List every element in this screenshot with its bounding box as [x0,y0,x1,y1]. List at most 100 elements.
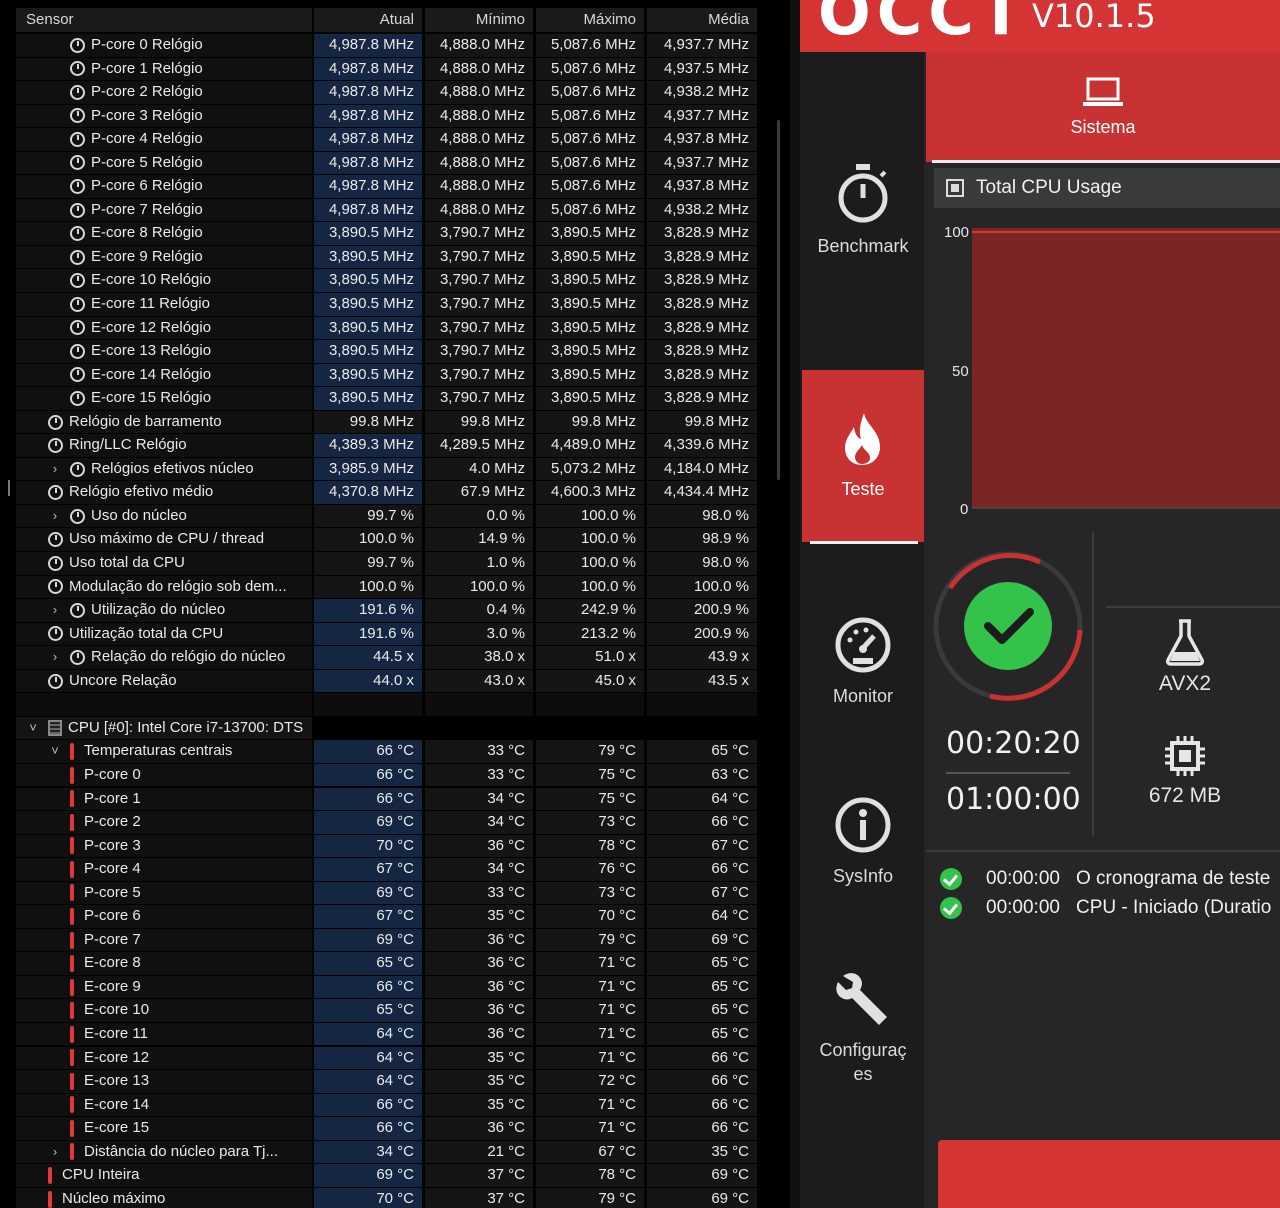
collapse-arrow-icon[interactable]: ˅ [26,717,40,740]
table-row[interactable]: E-core 8 Relógio 3,890.5 MHz 3,790.7 MHz 3,… [0,222,760,246]
value-atual: 69 °C [314,1164,422,1187]
tab-sistema[interactable]: Sistema [926,52,1280,162]
table-row[interactable]: E-core 12 Relógio 3,890.5 MHz 3,790.7 MHz 3… [0,316,760,341]
table-row[interactable]: P-core 5 69 °C 33 °C 73 °C 67 °C [0,881,760,906]
sensor-label-text: CPU Inteira [62,1166,140,1184]
table-row[interactable]: › Relógios efetivos núcleo 3,985.9 MHz 4.0 … [0,457,760,482]
expand-arrow-icon[interactable]: › [48,1141,62,1164]
table-row[interactable]: E-core 10 65 °C 36 °C 71 °C 65 °C [0,999,760,1023]
table-row[interactable]: › Utilização do núcleo 191.6 % 0.4 % 242.9 %… [0,599,760,623]
table-row[interactable]: E-core 14 66 °C 35 °C 71 °C 66 °C [0,1093,760,1118]
nav-benchmark-label: Benchmark [817,236,909,256]
table-row[interactable]: P-core 1 66 °C 34 °C 75 °C 64 °C [0,787,760,812]
table-row[interactable]: P-core 3 Relógio 4,987.8 MHz 4,888.0 MHz 5,… [0,104,760,129]
table-row[interactable]: E-core 14 Relógio 3,890.5 MHz 3,790.7 MHz 3… [0,363,760,388]
table-row[interactable]: E-core 15 66 °C 36 °C 71 °C 66 °C [0,1117,760,1141]
table-row[interactable]: P-core 4 67 °C 34 °C 76 °C 66 °C [0,858,760,882]
table-row[interactable]: › Relação do relógio do núcleo 44.5 x 38.0 … [0,646,760,670]
table-row[interactable]: E-core 9 66 °C 36 °C 71 °C 65 °C [0,975,760,1000]
nav-configuracoes[interactable]: Configuraç es [802,932,924,1122]
nav-benchmark[interactable]: Benchmark [802,52,924,368]
sensor-name-cell: P-core 0 [16,763,312,787]
usage-header[interactable]: Total CPU Usage [934,168,1280,208]
table-row[interactable] [0,693,760,717]
nav-monitor[interactable]: Monitor [802,582,924,742]
value-min: 33 °C [425,740,533,763]
sensor-group-row[interactable]: ˅ CPU [#0]: Intel Core i7-13700: DTS [0,716,760,741]
table-row[interactable]: › Distância do núcleo para Tj... 34 °C 21 °… [0,1140,760,1165]
table-row[interactable]: Relógio efetivo médio 4,370.8 MHz 67.9 MHz… [0,481,760,505]
sensor-label-text: E-core 9 [84,977,141,995]
stat-memory-value: 672 MB [1148,784,1222,807]
occt-logo: OCCT [818,0,1028,49]
table-row[interactable]: E-core 11 Relógio 3,890.5 MHz 3,790.7 MHz 3… [0,293,760,317]
expand-arrow-icon[interactable]: › [48,599,62,622]
expand-arrow-icon[interactable]: › [48,505,62,528]
column-header-min[interactable]: Mínimo [425,8,533,32]
panel-edge-handle[interactable] [8,480,10,496]
table-row[interactable]: P-core 1 Relógio 4,987.8 MHz 4,888.0 MHz 5,… [0,57,760,82]
table-row[interactable]: E-core 12 64 °C 35 °C 71 °C 66 °C [0,1046,760,1071]
expand-arrow-icon[interactable]: › [48,646,62,669]
table-row[interactable]: P-core 5 Relógio 4,987.8 MHz 4,888.0 MHz 5,… [0,151,760,176]
table-row[interactable]: P-core 7 Relógio 4,987.8 MHz 4,888.0 MHz 5,… [0,198,760,223]
sensor-name-cell: P-core 1 Relógio [16,57,312,81]
y-tick-0: 0 [960,501,968,518]
table-row[interactable]: Utilização total da CPU 191.6 % 3.0 % 213.2… [0,622,760,647]
table-row[interactable]: ˅ Temperaturas centrais 66 °C 33 °C 79 °C 65 … [0,740,760,764]
nav-teste[interactable]: Teste [802,370,924,542]
table-row[interactable]: E-core 9 Relógio 3,890.5 MHz 3,790.7 MHz 3,… [0,245,760,270]
sensor-label-text: E-core 13 [84,1072,150,1090]
sensor-label-text: Uncore Relação [69,671,177,689]
table-row[interactable]: E-core 13 64 °C 35 °C 72 °C 66 °C [0,1070,760,1094]
value-atual: 44.5 x [314,646,422,669]
column-header-atual[interactable]: Atual [314,8,422,32]
table-row[interactable]: Uso máximo de CPU / thread 100.0 % 14.9 % 1… [0,528,760,552]
sensor-label-text: Distância do núcleo para Tj... [84,1142,278,1160]
table-row[interactable]: E-core 8 65 °C 36 °C 71 °C 65 °C [0,952,760,976]
table-row[interactable]: Uso total da CPU 99.7 % 1.0 % 100.0 % 98.0 % [0,552,760,576]
value-avg: 3,828.9 MHz [647,340,757,363]
value-min: 4,888.0 MHz [425,175,533,198]
sensor-label-text: E-core 14 Relógio [91,365,212,383]
sensor-label: Núcleo máximo [48,1188,165,1208]
sensor-label-text: Relógio efetivo médio [69,483,214,501]
nav-sysinfo[interactable]: SysInfo [802,762,924,922]
table-row[interactable]: P-core 3 70 °C 36 °C 78 °C 67 °C [0,834,760,859]
table-row[interactable]: P-core 2 Relógio 4,987.8 MHz 4,888.0 MHz 5,… [0,81,760,105]
expand-arrow-icon[interactable]: › [48,458,62,481]
table-row[interactable]: P-core 0 66 °C 33 °C 75 °C 63 °C [0,763,760,788]
sensor-name-cell: P-core 5 [16,881,312,905]
table-row[interactable]: E-core 10 Relógio 3,890.5 MHz 3,790.7 MHz 3… [0,269,760,293]
collapse-arrow-icon[interactable]: ˅ [48,740,62,763]
table-row[interactable]: Uncore Relação 44.0 x 43.0 x 45.0 x 43.5 x [0,669,760,694]
table-row[interactable]: P-core 2 69 °C 34 °C 73 °C 66 °C [0,811,760,835]
value-min: 3.0 % [425,622,533,646]
column-header-sensor[interactable]: Sensor [16,8,312,32]
table-row[interactable]: P-core 6 67 °C 35 °C 70 °C 64 °C [0,905,760,929]
sensor-label: P-core 0 Relógio [70,34,203,57]
table-row[interactable]: P-core 7 69 °C 36 °C 79 °C 69 °C [0,928,760,953]
table-row[interactable]: P-core 0 Relógio 4,987.8 MHz 4,888.0 MHz 5,… [0,34,760,58]
table-row[interactable]: Modulação do relógio sob dem... 100.0 % 10… [0,575,760,600]
vertical-scrollbar[interactable] [777,120,780,480]
value-max: 78 °C [536,834,644,858]
column-header-max[interactable]: Máximo [536,8,644,32]
value-avg: 69 °C [647,928,757,952]
table-row[interactable]: P-core 6 Relógio 4,987.8 MHz 4,888.0 MHz 5,… [0,175,760,199]
column-header-avg[interactable]: Média [647,8,757,32]
table-row[interactable]: Ring/LLC Relógio 4,389.3 MHz 4,289.5 MHz 4,… [0,434,760,458]
clock-icon [48,555,63,571]
sensor-label: P-core 4 Relógio [70,128,203,151]
sensor-label-text: E-core 11 Relógio [91,295,210,313]
table-row[interactable]: P-core 4 Relógio 4,987.8 MHz 4,888.0 MHz 5,… [0,128,760,152]
table-row[interactable]: CPU Inteira 69 °C 37 °C 78 °C 69 °C [0,1164,760,1188]
table-row[interactable]: Relógio de barramento 99.8 MHz 99.8 MHz 99.… [0,410,760,435]
value-min: 4,888.0 MHz [425,81,533,104]
table-row[interactable]: E-core 13 Relógio 3,890.5 MHz 3,790.7 MHz 3… [0,340,760,364]
start-stop-button[interactable] [938,1140,1280,1208]
table-row[interactable]: › Uso do núcleo 99.7 % 0.0 % 100.0 % 98.0 % [0,504,760,529]
table-row[interactable]: Núcleo máximo 70 °C 37 °C 79 °C 69 °C [0,1187,760,1208]
table-row[interactable]: E-core 15 Relógio 3,890.5 MHz 3,790.7 MHz 3… [0,387,760,411]
table-row[interactable]: E-core 11 64 °C 36 °C 71 °C 65 °C [0,1022,760,1047]
